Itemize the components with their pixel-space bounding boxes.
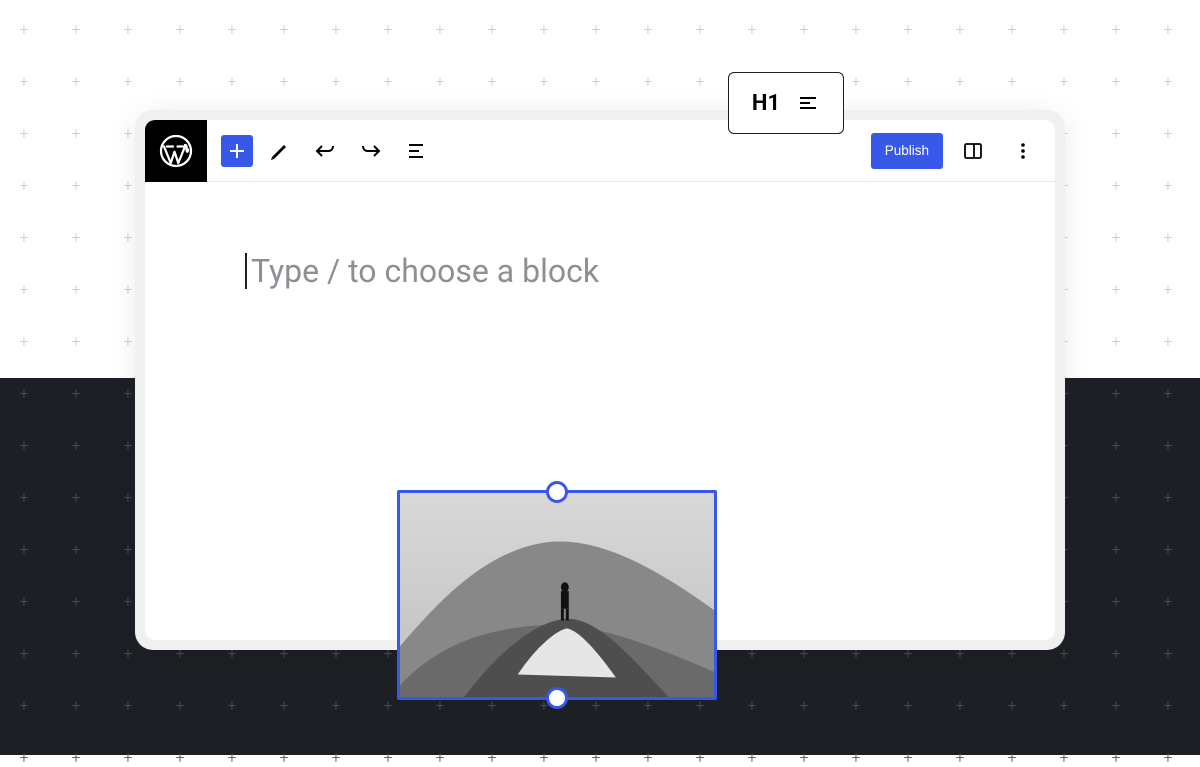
pencil-icon [267,139,291,163]
redo-button[interactable] [351,133,391,169]
resize-handle-bottom[interactable] [546,687,568,709]
top-toolbar: Publish [145,120,1055,182]
undo-button[interactable] [305,133,345,169]
kebab-icon [1011,139,1035,163]
document-overview-button[interactable] [397,133,437,169]
image-content[interactable] [400,493,714,697]
wordpress-logo[interactable] [145,120,207,182]
block-toolbar-popover[interactable]: H1 [728,72,844,134]
title-placeholder-row[interactable]: Type / to choose a block [245,252,955,290]
undo-icon [313,139,337,163]
resize-handle-top[interactable] [546,481,568,503]
align-icon[interactable] [796,91,820,115]
title-placeholder-text: Type / to choose a block [251,252,599,290]
plus-icon [225,139,249,163]
edit-tool-button[interactable] [259,133,299,169]
image-block-selected[interactable] [397,490,717,700]
heading-level-label[interactable]: H1 [752,91,780,116]
redo-icon [359,139,383,163]
settings-sidebar-button[interactable] [953,133,993,169]
publish-button[interactable]: Publish [871,133,943,169]
image-placeholder-scene [400,493,714,697]
toolbar-left-group [221,133,437,169]
wordpress-icon [158,133,194,169]
more-options-button[interactable] [1003,133,1043,169]
add-block-button[interactable] [221,135,253,167]
outline-icon [405,139,429,163]
sidebar-icon [961,139,985,163]
toolbar-right-group: Publish [871,133,1043,169]
text-caret [245,253,247,289]
